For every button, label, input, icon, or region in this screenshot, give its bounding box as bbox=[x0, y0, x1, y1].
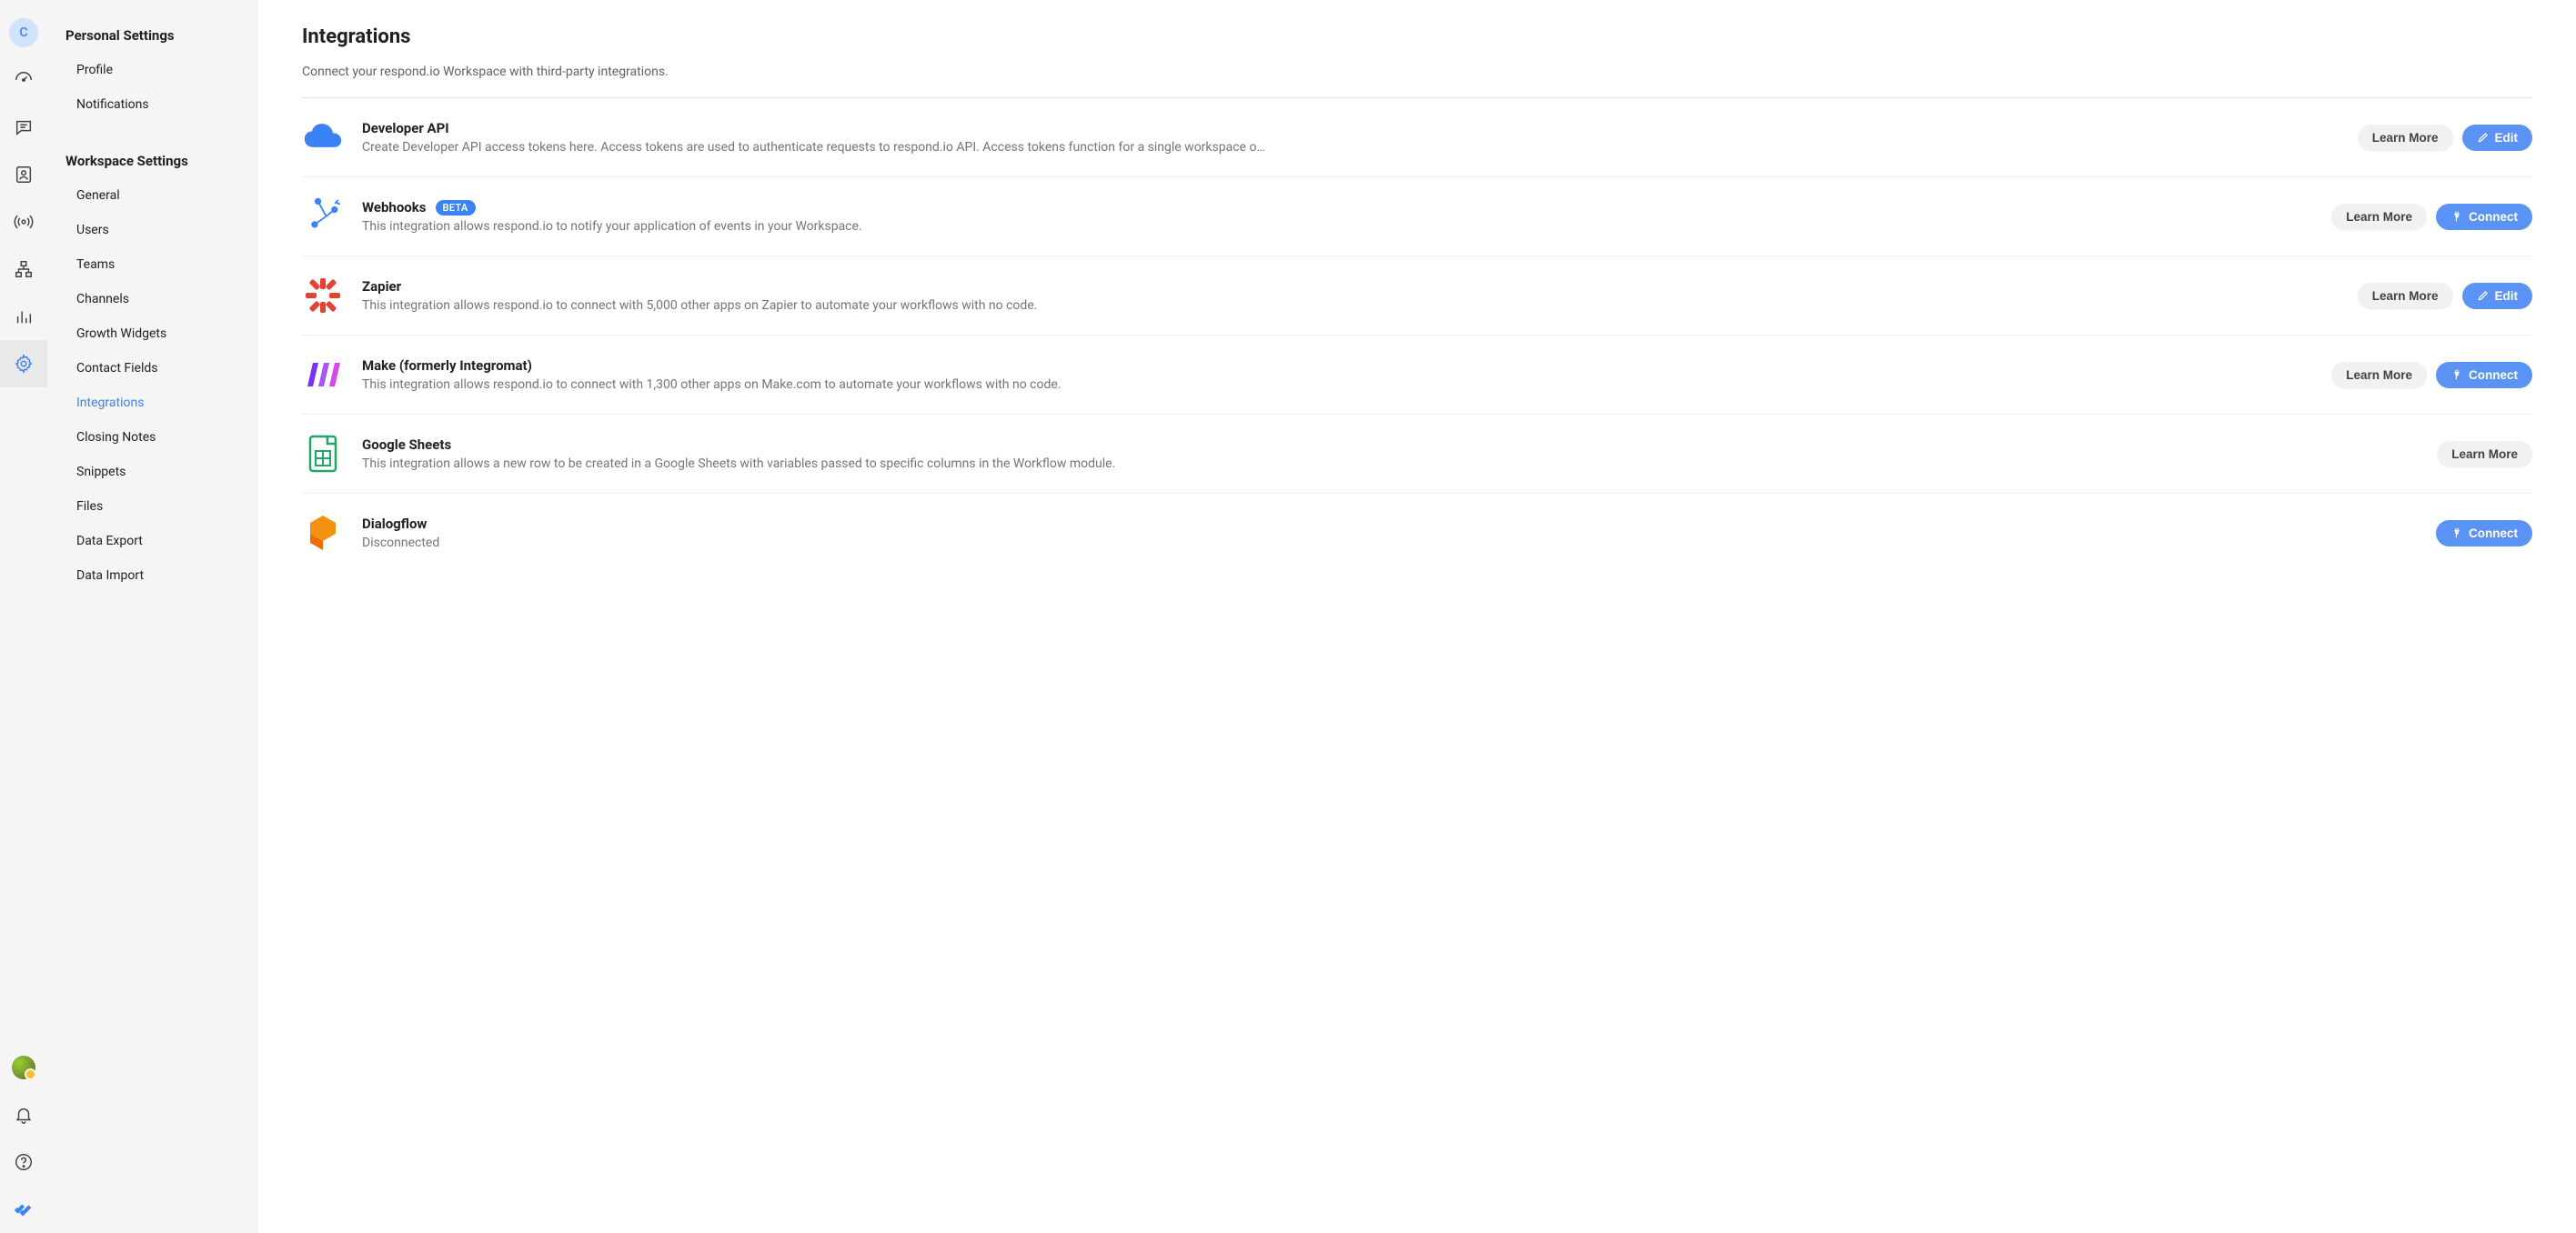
rail-item-broadcast[interactable] bbox=[0, 198, 47, 246]
settings-sidebar: Personal Settings ProfileNotifications W… bbox=[47, 0, 258, 1233]
sidebar-item-teams[interactable]: Teams bbox=[47, 247, 258, 282]
icon-rail: C bbox=[0, 0, 47, 1233]
integration-row-dialogflow: Dialogflow Disconnected Connect bbox=[302, 494, 2532, 572]
google-sheets-title: Google Sheets bbox=[362, 436, 451, 453]
sidebar-item-closing-notes[interactable]: Closing Notes bbox=[47, 420, 258, 455]
integration-row-webhooks: Webhooks BETA This integration allows resp… bbox=[302, 177, 2532, 256]
workflow-icon bbox=[14, 259, 34, 279]
sidebar-item-contact-fields[interactable]: Contact Fields bbox=[47, 351, 258, 386]
integration-row-zapier: Zapier This integration allows respond.io… bbox=[302, 256, 2532, 336]
dialogflow-connect-button[interactable]: Connect bbox=[2436, 520, 2532, 546]
zapier-logo bbox=[302, 275, 344, 316]
rail-item-inbox[interactable] bbox=[0, 104, 47, 151]
developer-api-learn-more-button[interactable]: Learn More bbox=[2358, 125, 2453, 151]
help-icon bbox=[14, 1152, 34, 1172]
bell-icon bbox=[14, 1105, 34, 1125]
developer-api-description: Create Developer API access tokens here.… bbox=[362, 140, 2340, 155]
sidebar-item-snippets[interactable]: Snippets bbox=[47, 455, 258, 489]
integration-row-make: Make (formerly Integromat) This integrati… bbox=[302, 336, 2532, 415]
make-logo bbox=[302, 354, 344, 396]
sidebar-item-integrations[interactable]: Integrations bbox=[47, 386, 258, 420]
sidebar-item-users[interactable]: Users bbox=[47, 213, 258, 247]
zapier-title: Zapier bbox=[362, 278, 401, 295]
contact-icon bbox=[14, 165, 34, 185]
rail-item-notifications[interactable] bbox=[0, 1091, 47, 1138]
rail-item-dashboard[interactable] bbox=[0, 56, 47, 104]
pencil-icon bbox=[2477, 131, 2490, 144]
chat-icon bbox=[14, 117, 34, 137]
sidebar-item-growth-widgets[interactable]: Growth Widgets bbox=[47, 316, 258, 351]
plug-icon bbox=[2450, 526, 2463, 539]
sidebar-section-workspace: Workspace Settings bbox=[47, 147, 258, 178]
developer-api-edit-button[interactable]: Edit bbox=[2462, 125, 2533, 151]
workspace-avatar-letter: C bbox=[9, 18, 38, 47]
sidebar-item-channels[interactable]: Channels bbox=[47, 282, 258, 316]
bar-chart-icon bbox=[14, 306, 34, 326]
zapier-learn-more-button[interactable]: Learn More bbox=[2358, 283, 2453, 309]
main-content: Integrations Connect your respond.io Wor… bbox=[258, 0, 2576, 1233]
make-connect-button[interactable]: Connect bbox=[2436, 362, 2532, 388]
developer-api-logo bbox=[302, 116, 344, 158]
sidebar-item-profile[interactable]: Profile bbox=[47, 53, 258, 87]
rail-workspace-avatar[interactable]: C bbox=[0, 9, 47, 56]
gear-icon bbox=[14, 354, 34, 374]
developer-api-title: Developer API bbox=[362, 120, 449, 136]
dialogflow-title: Dialogflow bbox=[362, 516, 427, 532]
webhooks-title: Webhooks bbox=[362, 199, 427, 216]
webhooks-learn-more-button[interactable]: Learn More bbox=[2331, 204, 2427, 230]
rail-item-help[interactable] bbox=[0, 1138, 47, 1186]
integration-row-google-sheets: Google Sheets This integration allows a n… bbox=[302, 415, 2532, 494]
sidebar-item-data-import[interactable]: Data Import bbox=[47, 558, 258, 593]
rail-item-brand[interactable] bbox=[0, 1186, 47, 1233]
broadcast-icon bbox=[14, 212, 34, 232]
double-check-icon bbox=[14, 1199, 34, 1219]
gauge-icon bbox=[14, 70, 34, 90]
dialogflow-description: Disconnected bbox=[362, 536, 2418, 550]
page-subtitle: Connect your respond.io Workspace with t… bbox=[302, 65, 2532, 79]
webhooks-connect-button[interactable]: Connect bbox=[2436, 204, 2532, 230]
sidebar-item-general[interactable]: General bbox=[47, 178, 258, 213]
rail-item-reports[interactable] bbox=[0, 293, 47, 340]
beta-badge: BETA bbox=[436, 200, 476, 216]
rail-item-settings[interactable] bbox=[0, 340, 47, 387]
integration-row-developer-api: Developer API Create Developer API access… bbox=[302, 98, 2532, 177]
rail-item-user-profile[interactable] bbox=[0, 1044, 47, 1091]
google-sheets-logo bbox=[302, 433, 344, 475]
page-title: Integrations bbox=[302, 25, 2532, 48]
dialogflow-logo bbox=[302, 512, 344, 554]
make-learn-more-button[interactable]: Learn More bbox=[2331, 362, 2427, 388]
rail-item-contacts[interactable] bbox=[0, 151, 47, 198]
sidebar-item-data-export[interactable]: Data Export bbox=[47, 524, 258, 558]
webhooks-description: This integration allows respond.io to no… bbox=[362, 219, 2313, 234]
pencil-icon bbox=[2477, 289, 2490, 302]
zapier-edit-button[interactable]: Edit bbox=[2462, 283, 2533, 309]
plug-icon bbox=[2450, 368, 2463, 381]
sidebar-section-personal: Personal Settings bbox=[47, 22, 258, 53]
user-avatar bbox=[12, 1056, 35, 1079]
rail-item-workflows[interactable] bbox=[0, 246, 47, 293]
make-description: This integration allows respond.io to co… bbox=[362, 377, 2313, 392]
webhooks-logo bbox=[302, 195, 344, 237]
sidebar-item-notifications[interactable]: Notifications bbox=[47, 87, 258, 122]
google-sheets-learn-more-button[interactable]: Learn More bbox=[2437, 441, 2532, 467]
google-sheets-description: This integration allows a new row to be … bbox=[362, 456, 2419, 471]
sidebar-item-files[interactable]: Files bbox=[47, 489, 258, 524]
plug-icon bbox=[2450, 210, 2463, 223]
make-title: Make (formerly Integromat) bbox=[362, 357, 532, 374]
zapier-description: This integration allows respond.io to co… bbox=[362, 298, 2340, 313]
